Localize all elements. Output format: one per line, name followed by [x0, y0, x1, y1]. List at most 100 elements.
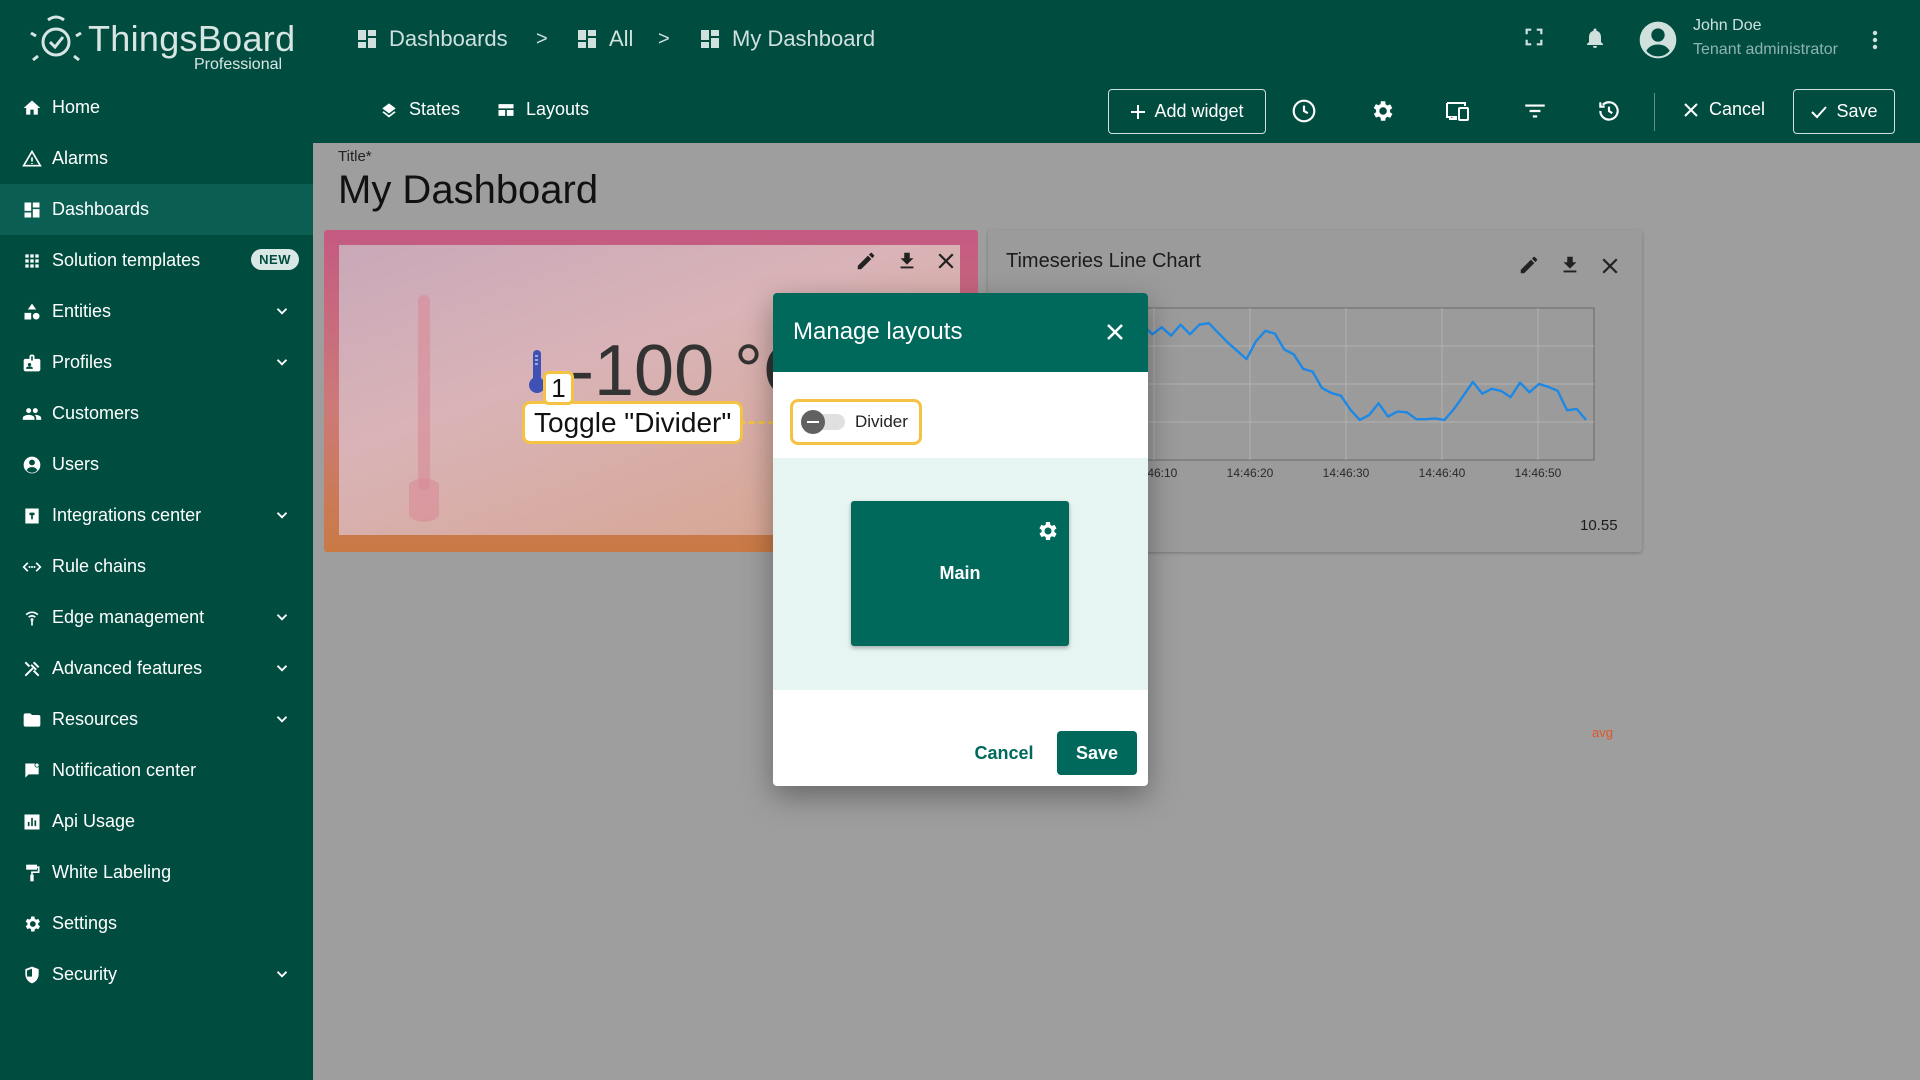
avatar[interactable] [1638, 20, 1678, 60]
chevron-down-icon [273, 965, 291, 983]
sidebar-menu: Home Alarms Dashboards Solution template… [0, 82, 313, 1000]
dashboard-title[interactable]: My Dashboard [338, 168, 598, 213]
more-vert-icon[interactable] [1865, 28, 1885, 52]
sidebar-item-dashboards[interactable]: Dashboards [0, 184, 313, 235]
badge-icon [21, 352, 43, 374]
notifications-bell-icon[interactable] [1583, 26, 1607, 50]
toolbar-divider [1654, 93, 1655, 131]
layout-name: Main [939, 563, 981, 583]
sidebar-item-label: Solution templates [52, 250, 201, 270]
edit-pencil-icon[interactable] [855, 250, 877, 272]
gear-icon[interactable] [1369, 98, 1395, 124]
close-icon [1683, 102, 1699, 118]
breadcrumb-all[interactable]: All [575, 26, 633, 52]
sidebar-item-label: Api Usage [52, 811, 136, 831]
sidebar-item-settings[interactable]: Settings [0, 898, 313, 949]
check-icon [1810, 104, 1828, 120]
paint-roller-icon [21, 862, 43, 884]
shield-icon [21, 964, 43, 986]
filter-icon[interactable] [1522, 98, 1548, 124]
app-edition: Professional [194, 56, 283, 73]
toggle-track[interactable] [801, 410, 845, 434]
dialog-save-button[interactable]: Save [1057, 731, 1137, 775]
chevron-down-icon [273, 506, 291, 524]
fullscreen-icon[interactable] [1523, 26, 1545, 48]
sidebar-item-label: Users [52, 454, 100, 474]
layouts-button[interactable]: Layouts [496, 99, 589, 120]
sidebar-item-label: Advanced features [52, 658, 203, 678]
gear-icon [21, 913, 43, 935]
cancel-button[interactable]: Cancel [1683, 99, 1765, 120]
sidebar-item-solution-templates[interactable]: Solution templates NEW [0, 235, 313, 286]
sidebar-item-entities[interactable]: Entities [0, 286, 313, 337]
sidebar-item-white-labeling[interactable]: White Labeling [0, 847, 313, 898]
new-badge: NEW [251, 249, 299, 270]
toggle-thumb[interactable] [801, 410, 825, 434]
warning-icon [21, 148, 43, 170]
dialog-close-button[interactable] [1096, 313, 1134, 351]
folder-icon [21, 709, 43, 731]
sidebar-item-api-usage[interactable]: Api Usage [0, 796, 313, 847]
sidebar-item-label: White Labeling [52, 862, 172, 882]
callout-step-number: 1 [543, 371, 574, 405]
sidebar-item-label: Home [52, 97, 101, 117]
sidebar-item-security[interactable]: Security [0, 949, 313, 1000]
sidebar-item-label: Settings [52, 913, 118, 933]
sidebar-item-label: Integrations center [52, 505, 202, 525]
thingsboard-logo-icon [30, 15, 82, 62]
sidebar-item-notification-center[interactable]: Notification center [0, 745, 313, 796]
chevron-down-icon [273, 608, 291, 626]
states-button[interactable]: States [379, 99, 460, 120]
clock-icon[interactable] [1291, 98, 1317, 124]
sidebar-item-alarms[interactable]: Alarms [0, 133, 313, 184]
sidebar-item-label: Notification center [52, 760, 197, 780]
entities-icon [21, 301, 43, 323]
manage-layouts-dialog: Manage layouts Divider Main Cancel Save [773, 293, 1148, 786]
download-icon[interactable] [896, 250, 918, 272]
layouts-icon [496, 100, 516, 120]
dialog-cancel-button[interactable]: Cancel [966, 731, 1042, 775]
notification-center-icon [21, 760, 43, 782]
breadcrumb-my-dashboard[interactable]: My Dashboard [698, 26, 875, 52]
sidebar-item-users[interactable]: Users [0, 439, 313, 490]
sidebar-item-resources[interactable]: Resources [0, 694, 313, 745]
states-label: States [409, 99, 461, 119]
legend-avg-label: avg [1592, 725, 1613, 740]
sidebar-item-rule-chains[interactable]: Rule chains [0, 541, 313, 592]
sidebar-item-integrations-center[interactable]: Integrations center [0, 490, 313, 541]
history-icon[interactable] [1596, 98, 1622, 124]
home-icon [21, 97, 43, 119]
close-icon[interactable] [937, 252, 955, 270]
sidebar-item-edge-management[interactable]: Edge management [0, 592, 313, 643]
tools-icon [21, 658, 43, 680]
sidebar-item-label: Edge management [52, 607, 205, 627]
app-logo[interactable]: ThingsBoard Professional [28, 12, 295, 74]
breadcrumb-dashboards[interactable]: Dashboards [355, 26, 508, 52]
apps-icon [21, 250, 43, 272]
save-button[interactable]: Save [1793, 89, 1895, 134]
add-widget-button[interactable]: Add widget [1108, 89, 1266, 134]
series-line [1123, 321, 1587, 422]
user-role: Tenant administrator [1693, 41, 1838, 58]
router-icon [21, 607, 43, 629]
sidebar-item-label: Security [52, 964, 118, 984]
dashboard-icon [575, 27, 599, 51]
top-bar: Dashboards > All > My Dashboard John Doe… [313, 0, 1920, 143]
breadcrumb-label: Dashboards [389, 26, 508, 51]
dashboard-icon [698, 27, 722, 51]
sidebar-item-advanced-features[interactable]: Advanced features [0, 643, 313, 694]
devices-layout-icon[interactable] [1444, 98, 1472, 124]
sidebar-item-label: Profiles [52, 352, 113, 372]
x-tick-label: 14:46:40 [1419, 466, 1466, 480]
divider-toggle[interactable]: Divider [790, 399, 922, 445]
main-layout-card[interactable]: Main [851, 501, 1069, 646]
sidebar-item-home[interactable]: Home [0, 82, 313, 133]
layout-settings-gear-icon[interactable] [1035, 519, 1059, 543]
layouts-label: Layouts [526, 99, 590, 119]
sidebar-item-profiles[interactable]: Profiles [0, 337, 313, 388]
chevron-down-icon [273, 353, 291, 371]
breadcrumb-label: All [609, 26, 634, 51]
dialog-header: Manage layouts [773, 293, 1148, 372]
close-icon [1107, 324, 1123, 340]
sidebar-item-customers[interactable]: Customers [0, 388, 313, 439]
